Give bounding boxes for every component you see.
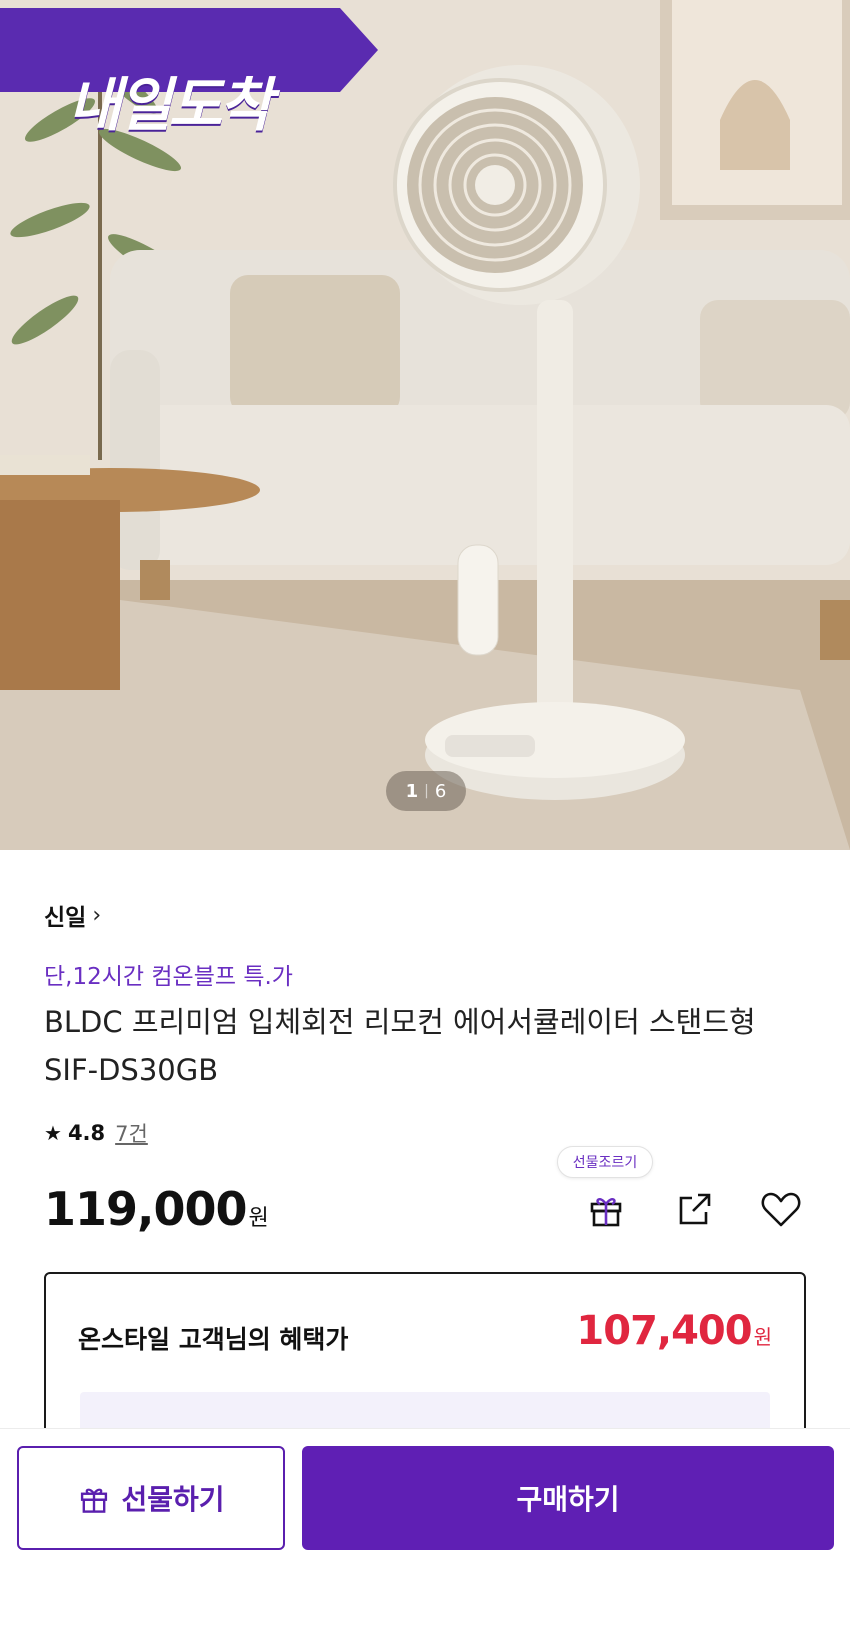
- share-icon: [679, 1193, 711, 1225]
- gift-icon: [590, 1198, 622, 1227]
- pager-total: 6: [434, 780, 447, 802]
- review-count-link[interactable]: 7건: [115, 1118, 148, 1148]
- benefit-price-value: 107,400: [576, 1308, 752, 1354]
- gift-icon: [81, 1488, 108, 1513]
- product-image-carousel[interactable]: 내일도착 1 | 6: [0, 0, 850, 850]
- brand-name: 신일: [44, 905, 87, 931]
- rating-score: 4.8: [67, 1121, 106, 1145]
- next-day-delivery-badge: 내일도착: [68, 71, 272, 139]
- price-value: 119,000: [44, 1182, 248, 1236]
- benefit-price-unit: 원: [753, 1325, 772, 1349]
- share-button[interactable]: [672, 1186, 718, 1232]
- product-title: BLDC 프리미엄 입체회전 리모컨 에어서큘레이터 스탠드형 SIF-DS30…: [44, 1005, 756, 1087]
- buy-button[interactable]: 구매하기: [302, 1446, 834, 1550]
- brand-link[interactable]: 신일 ›: [44, 898, 101, 932]
- benefit-label: 온스타일 고객님의 혜택가: [78, 1325, 349, 1354]
- benefit-price: 107,400 원: [576, 1308, 772, 1354]
- gift-request-button[interactable]: [583, 1186, 629, 1232]
- bottom-action-bar: 선물하기 구매하기: [0, 1428, 850, 1642]
- heart-icon: [761, 1192, 801, 1227]
- chevron-right-icon: ›: [92, 902, 102, 928]
- image-pager: 1 | 6: [386, 771, 466, 811]
- gift-request-tooltip: 선물조르기: [557, 1146, 653, 1178]
- star-icon: ★: [44, 1121, 62, 1145]
- pager-separator: |: [424, 783, 429, 799]
- buy-button-label: 구매하기: [516, 1483, 620, 1516]
- gift-button-label: 선물하기: [121, 1483, 225, 1516]
- price-unit: 원: [248, 1206, 269, 1231]
- pager-current: 1: [405, 780, 419, 802]
- rating: ★ 4.8 7건: [44, 1118, 148, 1148]
- product-price: 119,000 원: [44, 1182, 269, 1236]
- like-button[interactable]: [758, 1186, 804, 1232]
- promo-text: 단,12시간 컴온블프 특.가: [44, 964, 293, 990]
- gift-button[interactable]: 선물하기: [17, 1446, 285, 1550]
